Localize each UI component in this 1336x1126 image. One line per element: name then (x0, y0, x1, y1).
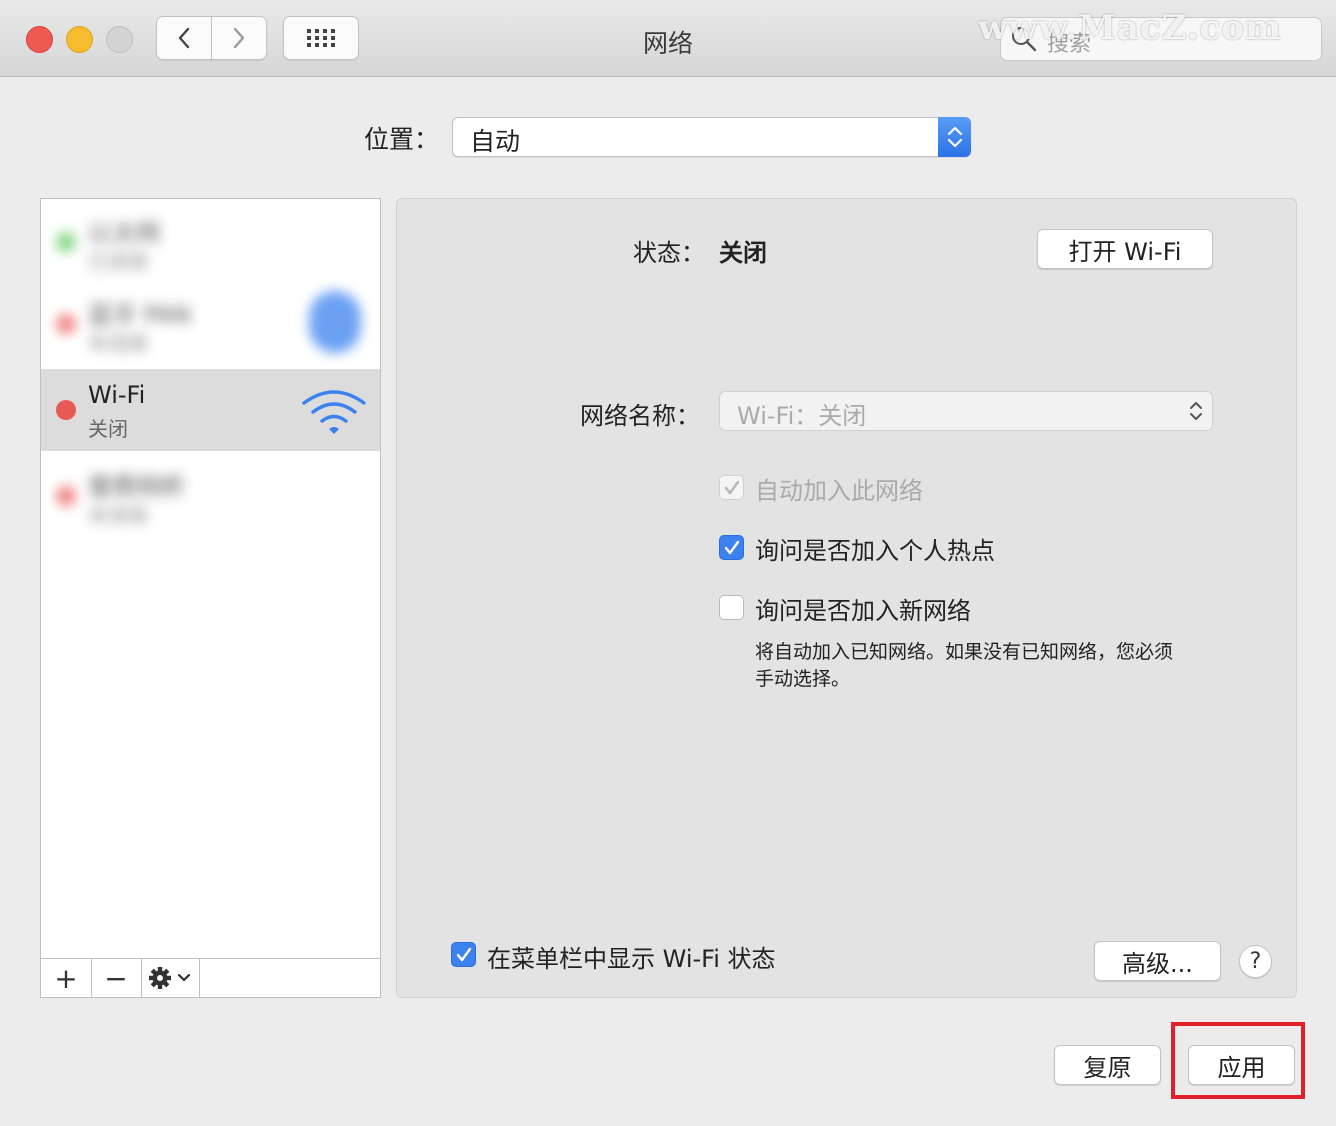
bluetooth-icon (309, 291, 361, 353)
updown-chevron-icon (947, 126, 963, 148)
checkmark-icon (456, 947, 472, 962)
help-button[interactable]: ? (1239, 945, 1272, 978)
toggle-wifi-button[interactable]: 打开 Wi-Fi (1037, 229, 1213, 269)
ask-new-network-description-2: 手动选择。 (755, 668, 851, 690)
location-label: 位置： (364, 125, 440, 154)
show-menubar-checkbox[interactable] (451, 942, 476, 967)
network-name-label: 网络名称： (580, 402, 700, 430)
checkmark-icon (724, 540, 740, 555)
location-stepper[interactable] (938, 117, 971, 157)
status-dot (56, 400, 76, 420)
status-label: 状态： (633, 239, 705, 267)
watermark: www.MacZ.com (978, 8, 1283, 48)
action-menu-button[interactable] (141, 959, 200, 997)
ask-new-network-checkbox[interactable] (719, 595, 744, 620)
updown-chevron-icon (1190, 402, 1202, 420)
service-status: 已连接 (88, 249, 148, 273)
service-name: Wi-Fi (88, 381, 146, 409)
apply-highlight-box (1171, 1022, 1305, 1099)
show-menubar-label: 在菜单栏中显示 Wi-Fi 状态 (487, 945, 776, 973)
service-status: 未连接 (88, 331, 148, 355)
service-name: 蓝牙 PAN (88, 301, 191, 329)
location-select[interactable]: 自动 (452, 117, 971, 157)
service-name: 以太网 (88, 219, 160, 247)
service-toolbar: + − (41, 958, 380, 997)
service-name: 雷雳网桥 (88, 473, 184, 501)
add-service-button[interactable]: + (41, 959, 92, 997)
remove-service-button[interactable]: − (91, 959, 142, 997)
gear-icon (149, 967, 191, 989)
auto-join-checkbox[interactable] (719, 475, 744, 500)
auto-join-label: 自动加入此网络 (755, 477, 923, 505)
service-item-bluetooth[interactable]: 蓝牙 PAN 未连接 (41, 281, 380, 363)
status-value: 关闭 (719, 239, 767, 267)
ask-new-network-description: 将自动加入已知网络。如果没有已知网络，您必须 (755, 641, 1174, 663)
network-name-value: Wi-Fi：关闭 (737, 402, 867, 430)
wifi-icon (302, 390, 366, 434)
wifi-settings-panel: 状态： 关闭 打开 Wi-Fi 网络名称： Wi-Fi：关闭 自动加入此网络 询… (396, 198, 1297, 998)
service-status: 未连接 (88, 503, 148, 527)
advanced-button[interactable]: 高级... (1094, 941, 1221, 981)
revert-button[interactable]: 复原 (1054, 1045, 1161, 1085)
service-status: 关闭 (88, 417, 128, 441)
checkmark-icon (724, 480, 740, 495)
ask-hotspot-label: 询问是否加入个人热点 (755, 537, 995, 565)
service-item-ethernet[interactable]: 以太网 已连接 (41, 199, 380, 281)
title-bar: 网络 搜索 www.MacZ.com (0, 0, 1336, 77)
status-dot (56, 486, 76, 506)
service-item-wifi[interactable]: Wi-Fi 关闭 (41, 369, 380, 451)
location-value: 自动 (470, 127, 521, 156)
status-dot (56, 314, 76, 334)
ask-new-network-label: 询问是否加入新网络 (755, 597, 971, 625)
service-list: 以太网 已连接 蓝牙 PAN 未连接 Wi-Fi 关闭 雷雳网桥 未连接 + − (40, 198, 381, 998)
network-name-select[interactable]: Wi-Fi：关闭 (719, 391, 1213, 431)
status-dot (56, 232, 76, 252)
ask-hotspot-checkbox[interactable] (719, 535, 744, 560)
service-item-thunderbolt[interactable]: 雷雳网桥 未连接 (41, 461, 380, 543)
